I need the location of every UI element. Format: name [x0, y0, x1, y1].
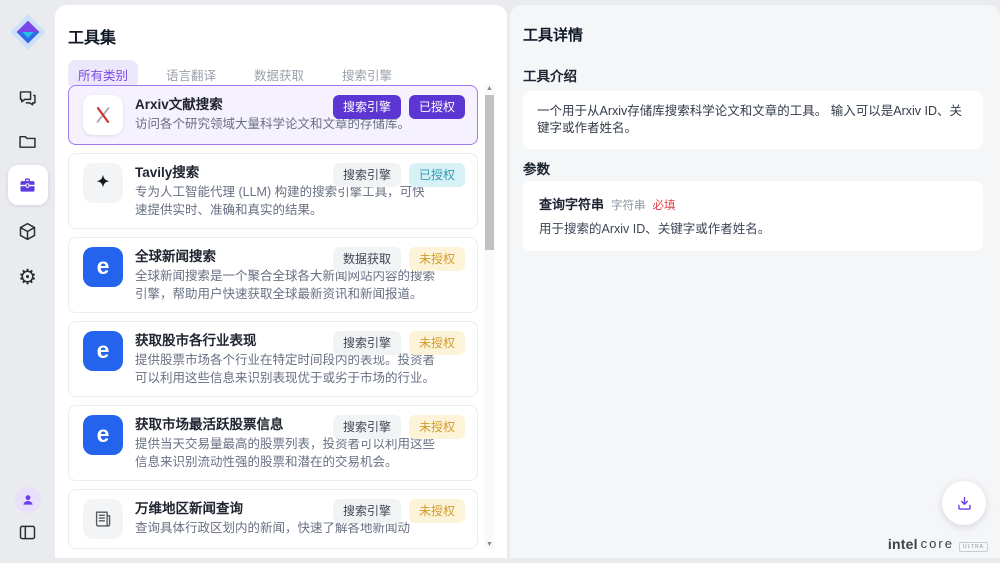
category-badge[interactable]: 数据获取	[333, 247, 401, 271]
four-point-star-icon	[83, 163, 123, 203]
detail-title: 工具详情	[523, 24, 583, 45]
nav-cube-icon[interactable]	[8, 211, 48, 251]
app-logo	[9, 13, 47, 51]
collapse-sidebar-icon[interactable]	[8, 512, 48, 552]
tool-card-regional-news[interactable]: 万维地区新闻查询 查询具体行政区划内的新闻，快速了解各地新闻动 搜索引擎 未授权	[68, 489, 478, 549]
tool-card-tavily[interactable]: Tavily搜索 专为人工智能代理 (LLM) 构建的搜索引擎工具，可快速提供实…	[68, 153, 478, 229]
category-badge[interactable]: 搜索引擎	[333, 499, 401, 523]
tool-description: 全球新闻搜索是一个聚合全球各大新闻网站内容的搜索引擎，帮助用户快速获取全球最新资…	[135, 268, 435, 303]
tool-card-global-news[interactable]: e 全球新闻搜索 全球新闻搜索是一个聚合全球各大新闻网站内容的搜索引擎，帮助用户…	[68, 237, 478, 313]
intro-card: 一个用于从Arxiv存储库搜索科学论文和文章的工具。 输入可以是Arxiv ID…	[523, 91, 983, 149]
param-type: 字符串	[611, 197, 646, 213]
brand-core-text: core	[921, 536, 954, 551]
tool-card-arxiv[interactable]: Arxiv文献搜索 访问各个研究领域大量科学论文和文章的存储库。 搜索引擎 已授…	[68, 85, 478, 145]
param-card: 查询字符串 字符串 必填 用于搜索的Arxiv ID、关键字或作者姓名。	[523, 181, 983, 251]
user-avatar[interactable]	[15, 487, 41, 513]
tool-description: 提供股票市场各个行业在特定时间段内的表现。投资者可以利用这些信息来识别表现优于或…	[135, 352, 435, 387]
news-search-icon: e	[83, 247, 123, 287]
list-scrollbar[interactable]: ▲ ▼	[484, 84, 495, 550]
category-badge[interactable]: 搜索引擎	[333, 163, 401, 187]
auth-status-badge[interactable]: 未授权	[409, 499, 465, 523]
tool-description: 专为人工智能代理 (LLM) 构建的搜索引擎工具，可快速提供实时、准确和真实的结…	[135, 184, 435, 219]
nav-toolbox-icon[interactable]	[8, 165, 48, 205]
page-title: 工具集	[68, 24, 116, 48]
tool-description: 提供当天交易量最高的股票列表，投资者可以利用这些信息来识别流动性强的股票和潜在的…	[135, 436, 435, 471]
category-badge[interactable]: 搜索引擎	[333, 331, 401, 355]
nav-settings-icon[interactable]: ⚙	[8, 257, 48, 297]
scroll-down-icon[interactable]: ▼	[484, 540, 495, 550]
scroll-up-icon[interactable]: ▲	[484, 84, 495, 94]
left-sidebar: ⚙	[0, 0, 55, 563]
arxiv-x-icon	[83, 95, 123, 135]
stock-data-icon: e	[83, 415, 123, 455]
nav-chat-icon[interactable]	[8, 78, 48, 118]
tool-card-most-active-stocks[interactable]: e 获取市场最活跃股票信息 提供当天交易量最高的股票列表，投资者可以利用这些信息…	[68, 405, 478, 481]
auth-status-badge[interactable]: 已授权	[409, 95, 465, 119]
toolset-panel: 工具集 所有类别 语言翻译 数据获取 搜索引擎 Arxiv文献搜索 访问各个研究…	[55, 5, 507, 558]
param-required-label: 必填	[653, 197, 676, 213]
nav-folder-icon[interactable]	[8, 121, 48, 161]
params-heading: 参数	[523, 158, 550, 178]
category-badge[interactable]: 搜索引擎	[333, 95, 401, 119]
download-button[interactable]	[942, 481, 986, 525]
brand-intel-text: intel	[888, 536, 918, 552]
tool-card-sector-performance[interactable]: e 获取股市各行业表现 提供股票市场各个行业在特定时间段内的表现。投资者可以利用…	[68, 321, 478, 397]
tool-detail-panel: 工具详情 工具介绍 一个用于从Arxiv存储库搜索科学论文和文章的工具。 输入可…	[510, 5, 1000, 558]
param-name: 查询字符串	[539, 194, 604, 213]
param-description: 用于搜索的Arxiv ID、关键字或作者姓名。	[539, 221, 967, 238]
auth-status-badge[interactable]: 已授权	[409, 163, 465, 187]
intro-heading: 工具介绍	[523, 65, 577, 85]
auth-status-badge[interactable]: 未授权	[409, 331, 465, 355]
scrollbar-thumb[interactable]	[485, 95, 494, 250]
stock-data-icon: e	[83, 331, 123, 371]
auth-status-badge[interactable]: 未授权	[409, 247, 465, 271]
brand-ultra-badge: ULTRA	[959, 542, 988, 552]
tool-list: Arxiv文献搜索 访问各个研究领域大量科学论文和文章的存储库。 搜索引擎 已授…	[68, 85, 478, 558]
intel-core-logo: intel core ULTRA	[888, 536, 988, 552]
auth-status-badge[interactable]: 未授权	[409, 415, 465, 439]
category-badge[interactable]: 搜索引擎	[333, 415, 401, 439]
newspaper-icon	[83, 499, 123, 539]
